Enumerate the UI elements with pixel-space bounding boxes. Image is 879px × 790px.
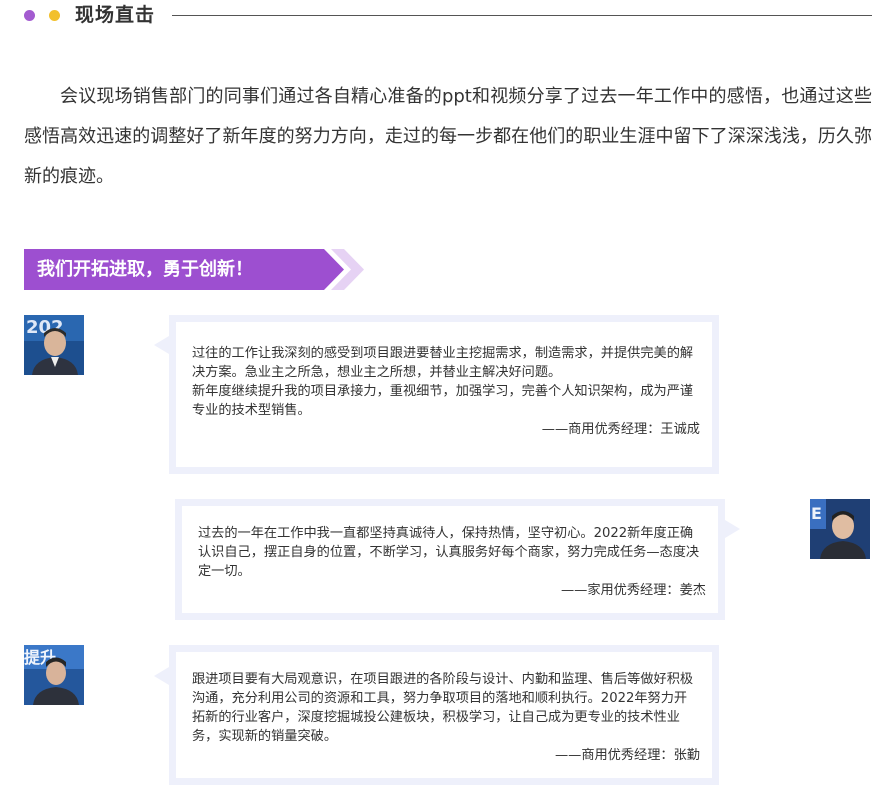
intro-text: 会议现场销售部门的同事们通过各自精心准备的ppt和视频分享了过去一年工作中的感悟… (24, 86, 872, 187)
testimonial-card-2: 过去的一年在工作中我一直都坚持真诚待人，保持热情，坚守初心。2022新年度正确认… (175, 499, 725, 620)
card-pointer (154, 336, 169, 354)
testimonial-paragraph: 跟进项目要有大局观意识，在项目跟进的各阶段与设计、内勤和监理、售后等做好积极沟通… (192, 672, 694, 744)
card-pointer (725, 520, 740, 538)
avatar-zhang: 提升 (24, 645, 84, 705)
testimonial-paragraph: 过往的工作让我深刻的感受到项目跟进要替业主挖掘需求，制造需求，并提供完美的解决方… (192, 346, 694, 380)
testimonial-paragraph: 新年度继续提升我的项目承接力，重视细节，加强学习，完善个人知识架构，成为严谨专业… (192, 384, 694, 418)
testimonial-card-1: 过往的工作让我深刻的感受到项目跟进要替业主挖掘需求，制造需求，并提供完美的解决方… (169, 315, 719, 474)
yellow-dot-icon (49, 10, 60, 21)
testimonial-paragraph: 过去的一年在工作中我一直都坚持真诚待人，保持热情，坚守初心。2022新年度正确认… (198, 526, 700, 579)
slogan-banner: 我们开拓进取，勇于创新！ (24, 249, 324, 290)
card-pointer (154, 667, 169, 685)
avatar-jiang: E (810, 499, 870, 559)
svg-text:E: E (811, 504, 822, 523)
testimonial-text-3: 跟进项目要有大局观意识，在项目跟进的各阶段与设计、内勤和监理、售后等做好积极沟通… (192, 670, 700, 765)
intro-paragraph: 会议现场销售部门的同事们通过各自精心准备的ppt和视频分享了过去一年工作中的感悟… (24, 77, 872, 197)
section-title: 现场直击 (75, 4, 156, 26)
section-header: 现场直击 (24, 3, 872, 27)
section-divider (172, 15, 872, 16)
banner-text: 我们开拓进取，勇于创新！ (37, 259, 253, 280)
chevron-arrows-icon (300, 249, 364, 290)
testimonial-text-2: 过去的一年在工作中我一直都坚持真诚待人，保持热情，坚守初心。2022新年度正确认… (198, 524, 706, 600)
testimonial-text-1: 过往的工作让我深刻的感受到项目跟进要替业主挖掘需求，制造需求，并提供完美的解决方… (192, 344, 700, 439)
testimonial-signature: ——商用优秀经理：张勤 (554, 748, 700, 763)
testimonial-signature: ——商用优秀经理：王诚成 (541, 422, 700, 437)
testimonial-card-3: 跟进项目要有大局观意识，在项目跟进的各阶段与设计、内勤和监理、售后等做好积极沟通… (169, 645, 719, 785)
avatar-wang: 202 (24, 315, 84, 375)
testimonial-signature: ——家用优秀经理：姜杰 (560, 583, 706, 598)
purple-dot-icon (24, 10, 35, 21)
